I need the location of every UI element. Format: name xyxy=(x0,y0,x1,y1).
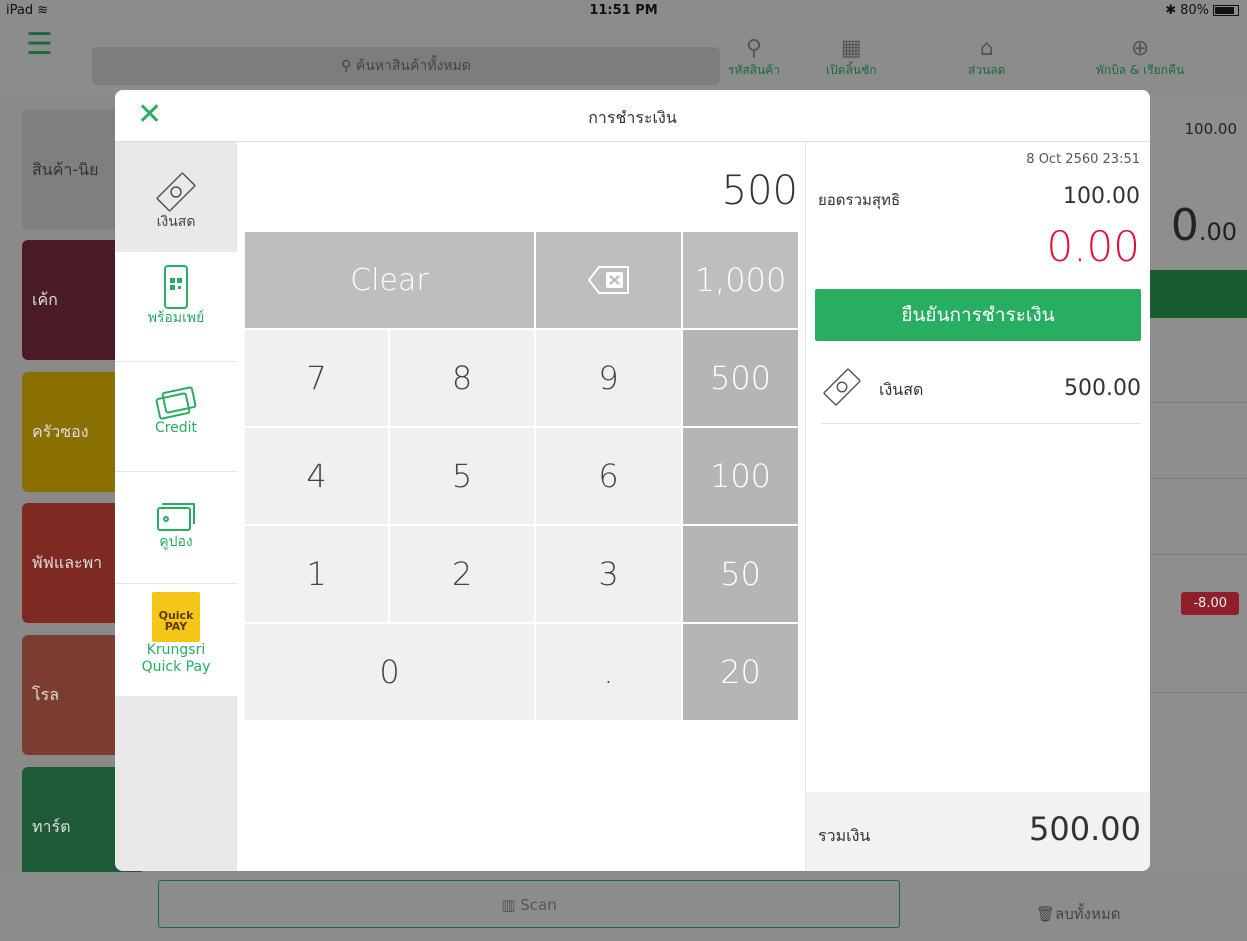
cash-register-icon: ▦ xyxy=(840,36,862,61)
clock: 11:51 PM xyxy=(589,3,658,18)
payment-modal: ✕ การชำระเงิน เงินสด พร้อมเพย์ Credit คู… xyxy=(115,90,1150,871)
method-krungsri-quickpay[interactable]: Quick PAY Krungsri Quick Pay xyxy=(115,584,237,696)
scan-button[interactable]: ▥ Scan xyxy=(158,880,900,928)
product-search[interactable]: ⚲ ค้นหาสินค้าทั้งหมด xyxy=(92,47,720,85)
method-coupon[interactable]: คูปอง xyxy=(115,472,237,584)
total-received-value: 500.00 xyxy=(1029,810,1141,848)
payment-summary: 8 Oct 2560 23:51 ยอดรวมสุทธิ 100.00 0.00… xyxy=(805,142,1150,871)
cash-icon xyxy=(823,368,861,406)
status-bar: iPad ≋ 11:51 PM ✱ 80% xyxy=(0,0,1247,22)
menu-icon[interactable]: ☰ xyxy=(26,30,53,60)
transaction-date: 8 Oct 2560 23:51 xyxy=(1026,152,1140,167)
trash-icon: 🗑 xyxy=(1036,905,1056,923)
cash-icon xyxy=(156,172,196,212)
amount-input[interactable]: 500 xyxy=(245,168,798,214)
quick-amount-50[interactable]: 50 xyxy=(683,526,798,622)
decimal-key[interactable]: . xyxy=(536,624,681,720)
payment-line-value: 500.00 xyxy=(1064,376,1141,401)
backspace-icon xyxy=(587,266,629,294)
download-circle-icon: ⊕ xyxy=(1130,36,1150,61)
digit-key-7[interactable]: 7 xyxy=(245,330,388,426)
barcode-icon: ▥ xyxy=(501,896,516,914)
open-drawer-button[interactable]: ▦ เปิดลิ้นชัก xyxy=(826,36,876,80)
pay-button[interactable] xyxy=(1147,270,1247,318)
search-icon: ⚲ xyxy=(341,58,352,74)
tag-icon: ⌂ xyxy=(979,36,994,61)
payment-methods: เงินสด พร้อมเพย์ Credit คูปอง Quick PAY … xyxy=(115,142,237,871)
digit-key-3[interactable]: 3 xyxy=(536,526,681,622)
total-received: รวมเงิน 500.00 xyxy=(806,792,1150,871)
digit-key-2[interactable]: 2 xyxy=(390,526,534,622)
battery-icon xyxy=(1213,5,1239,16)
digit-key-8[interactable]: 8 xyxy=(390,330,534,426)
quick-amount-500[interactable]: 500 xyxy=(683,330,798,426)
battery-status: ✱ 80% xyxy=(1165,3,1239,18)
payment-line-label: เงินสด xyxy=(879,380,924,399)
digit-key-6[interactable]: 6 xyxy=(536,428,681,524)
confirm-payment-button[interactable]: ยืนยันการชำระเงิน xyxy=(815,289,1141,341)
quick-amount-1000[interactable]: 1,000 xyxy=(683,232,798,328)
digit-key-1[interactable]: 1 xyxy=(245,526,388,622)
order-total: 0.00 xyxy=(1170,200,1237,251)
quick-amount-100[interactable]: 100 xyxy=(683,428,798,524)
digit-key-5[interactable]: 5 xyxy=(390,428,534,524)
discount-button[interactable]: ⌂ ส่วนลด xyxy=(968,36,1005,80)
clear-key[interactable]: Clear xyxy=(245,232,534,328)
method-promptpay[interactable]: พร้อมเพย์ xyxy=(115,252,237,362)
discount-badge: -8.00 xyxy=(1181,592,1239,615)
net-total-label: ยอดรวมสุทธิ xyxy=(818,191,901,209)
search-icon: ⚲ xyxy=(745,36,763,61)
coupon-icon xyxy=(157,503,195,531)
krungsri-quickpay-logo: Quick PAY xyxy=(152,592,200,642)
digit-key-4[interactable]: 4 xyxy=(245,428,388,524)
bluetooth-icon: ✱ xyxy=(1165,3,1177,18)
payment-line[interactable]: เงินสด 500.00 xyxy=(821,352,1141,424)
digit-key-9[interactable]: 9 xyxy=(536,330,681,426)
qr-phone-icon xyxy=(164,265,188,309)
digit-key-0[interactable]: 0 xyxy=(245,624,534,720)
total-received-label: รวมเงิน xyxy=(818,826,871,845)
modal-header: ✕ การชำระเงิน xyxy=(115,90,1150,142)
method-credit[interactable]: Credit xyxy=(115,362,237,472)
product-code-button[interactable]: ⚲ รหัสสินค้า xyxy=(728,36,780,80)
delete-all-button[interactable]: 🗑ลบทั้งหมด xyxy=(1036,902,1121,926)
quick-amount-20[interactable]: 20 xyxy=(683,624,798,720)
hold-recall-button[interactable]: ⊕ พักบิล & เรียกคืน xyxy=(1096,36,1184,80)
net-total-value: 100.00 xyxy=(1063,184,1140,209)
backspace-key[interactable] xyxy=(536,232,681,328)
method-cash[interactable]: เงินสด xyxy=(115,142,237,252)
credit-card-icon xyxy=(155,386,197,420)
modal-title: การชำระเงิน xyxy=(588,108,677,127)
change-amount: 0.00 xyxy=(1046,222,1140,271)
